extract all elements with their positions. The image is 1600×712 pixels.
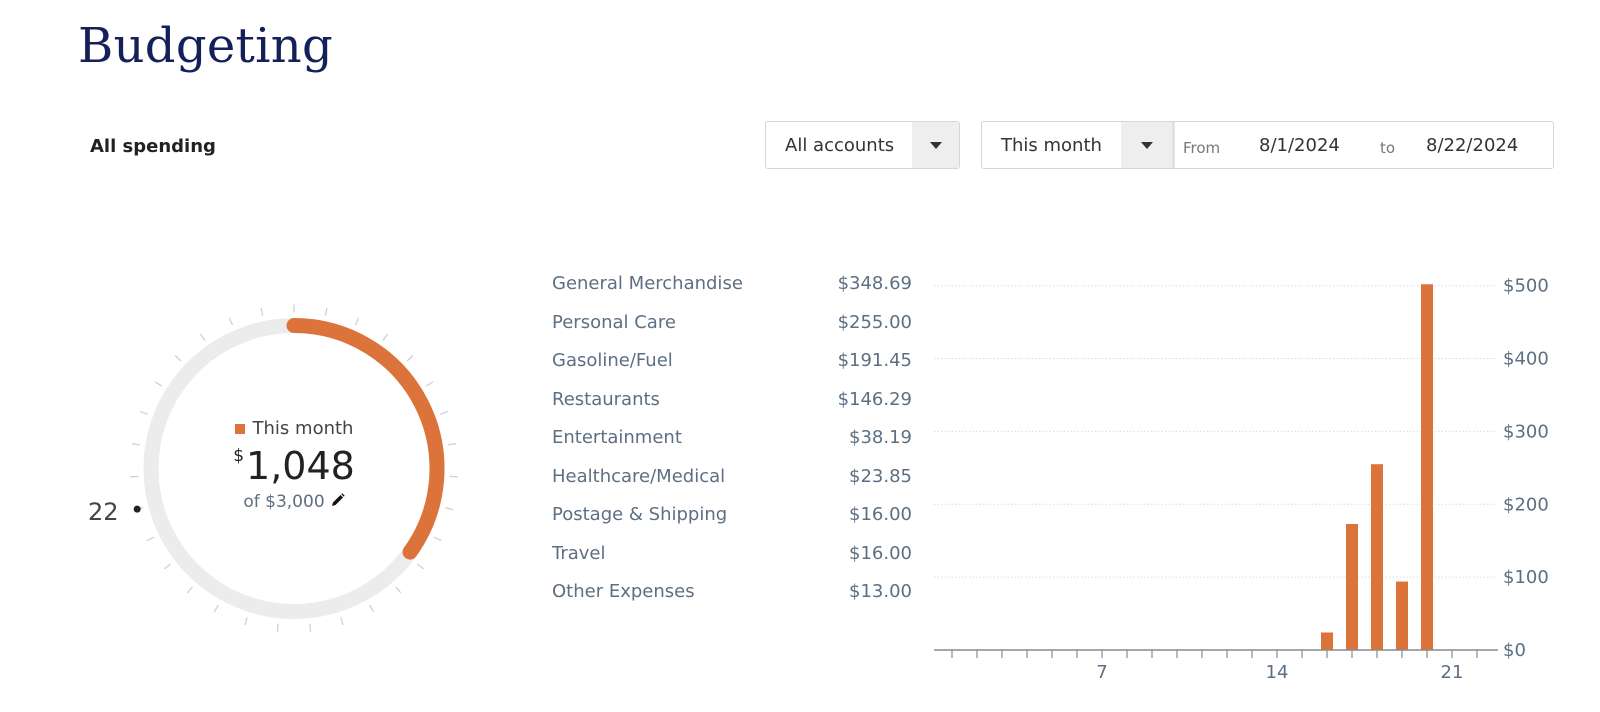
y-tick-label: $400 — [1503, 349, 1549, 370]
chart-gridlines — [934, 285, 1498, 578]
x-tick-label: 14 — [1266, 662, 1289, 683]
chart-bars — [1321, 284, 1433, 650]
bar[interactable] — [1371, 464, 1383, 650]
y-tick-label: $100 — [1503, 567, 1549, 588]
daily-spending-chart: $0 $100 $200 $300 $400 $500 7 14 21 — [934, 276, 1549, 683]
bar[interactable] — [1421, 284, 1433, 650]
y-tick-label: $300 — [1503, 421, 1549, 442]
x-tick-label: 21 — [1441, 662, 1464, 683]
chart-x-labels: 7 14 21 — [1096, 662, 1463, 683]
y-tick-label: $500 — [1503, 276, 1549, 297]
bar[interactable] — [1396, 581, 1408, 650]
chart-y-labels: $0 $100 $200 $300 $400 $500 — [1503, 276, 1549, 661]
y-tick-label: $0 — [1503, 640, 1526, 661]
x-tick-label: 7 — [1096, 662, 1107, 683]
bar[interactable] — [1346, 523, 1358, 650]
chart-x-axis — [934, 649, 1498, 658]
bar[interactable] — [1321, 632, 1333, 650]
y-tick-label: $200 — [1503, 494, 1549, 515]
